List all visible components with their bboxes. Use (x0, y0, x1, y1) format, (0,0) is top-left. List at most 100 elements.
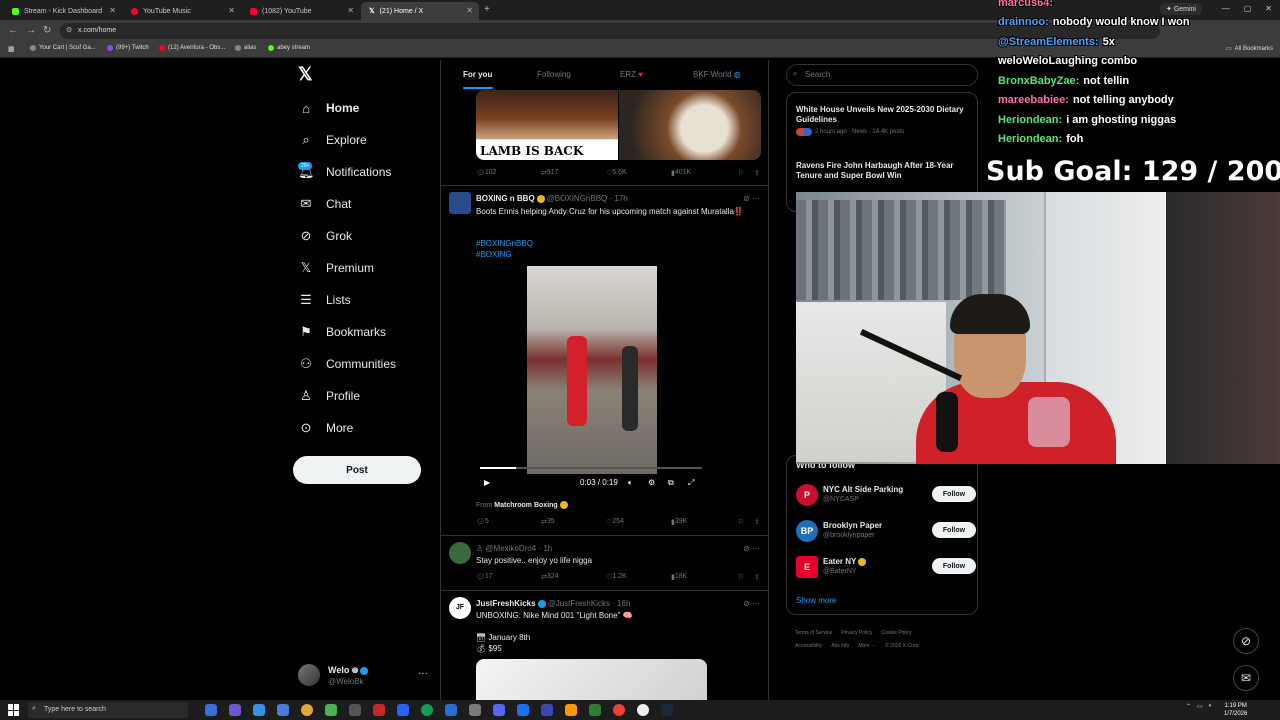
nav-explore[interactable]: ⌕ Explore (298, 128, 366, 152)
bookmark-twitch[interactable]: (99+) Twitch (107, 45, 149, 51)
follow-suggestion[interactable]: E Eater NY @EaterNY Follow (796, 554, 976, 582)
follow-suggestion[interactable]: P NYC Alt Side Parking @NYCASP Follow (796, 482, 976, 510)
app-icon[interactable] (325, 704, 337, 716)
tab-kick-dashboard[interactable]: Stream - Kick Dashboard ✕ (4, 2, 122, 20)
close-icon[interactable]: ✕ (466, 6, 473, 15)
apps-icon[interactable]: ▦ (8, 45, 15, 53)
hashtag-link[interactable]: #BOXINGnBBQ (476, 238, 761, 249)
reload-icon[interactable]: ↻ (43, 25, 51, 36)
tab-x-home[interactable]: 𝕏 (21) Home / X ✕ (361, 2, 479, 20)
bookmark-scuf[interactable]: Your Cart | Scuf Ga... (30, 45, 96, 51)
tab-erz[interactable]: ERZ ♥ (620, 70, 643, 79)
tweet[interactable]: JF JustFreshKicks @JustFreshKicks · 16h ⊘… (441, 591, 768, 700)
views-stat[interactable]: ▮ 18K (671, 573, 687, 581)
more-horizontal-icon[interactable]: ··· (418, 668, 428, 679)
follow-suggestion[interactable]: BP Brooklyn Paper @brooklynpaper Follow (796, 518, 976, 546)
app-icon[interactable] (277, 704, 289, 716)
app-icon[interactable] (445, 704, 457, 716)
volume-icon[interactable]: 🔈︎ (628, 478, 633, 488)
reply-button[interactable]: 💬︎ 102 (476, 169, 497, 177)
news-item[interactable]: Ravens Fire John Harbaugh After 18-Year … (796, 161, 976, 181)
close-icon[interactable]: ✕ (228, 6, 235, 15)
share-icon[interactable]: ⇧ (754, 169, 760, 177)
forward-icon[interactable]: → (26, 25, 36, 36)
settings-icon[interactable]: ⚙ (648, 478, 655, 487)
nav-home[interactable]: ⌂ Home (298, 96, 359, 120)
nav-communities[interactable]: ⚇ Communities (298, 352, 396, 376)
back-icon[interactable]: ← (8, 25, 18, 36)
video-player[interactable]: ▶ 0:03 / 0:19 🔈︎ ⚙ ⧉ ⤢ (476, 266, 707, 496)
app-icon[interactable] (373, 704, 385, 716)
tweet-author[interactable]: JustFreshKicks (476, 599, 536, 608)
chrome-icon[interactable] (613, 704, 625, 716)
steam-icon[interactable] (661, 704, 673, 716)
chrome-icon[interactable] (301, 704, 313, 716)
url-field[interactable]: ⚙ x.com/home (60, 23, 1160, 39)
repost-button[interactable]: ⇄ 917 (541, 169, 559, 177)
taskbar-clock[interactable]: 1:19 PM 1/7/2026 (1224, 702, 1247, 718)
post-image[interactable]: LAMB IS BACK (476, 90, 618, 160)
bookmark-icon[interactable]: ⚐ (738, 518, 744, 526)
tab-for-you[interactable]: For you (463, 70, 492, 79)
video-progress-bar[interactable] (480, 467, 702, 469)
app-icon[interactable] (589, 704, 601, 716)
share-icon[interactable]: ⇧ (754, 573, 760, 581)
tweet[interactable]: BOXING n BBQ @BOXINGnBBQ · 17h ⊘ ··· Boot… (441, 186, 768, 536)
app-icon[interactable] (637, 704, 649, 716)
more-horizontal-icon[interactable]: ⊘ ··· (743, 599, 760, 608)
nav-notifications[interactable]: 🔔︎ Notifications (298, 160, 391, 184)
nav-lists[interactable]: ☰ Lists (298, 288, 351, 312)
show-more-link[interactable]: Show more (796, 596, 836, 605)
task-view-icon[interactable] (205, 704, 217, 716)
bookmark-aventura[interactable]: (12) Aventura - Obs... (159, 45, 225, 51)
app-icon[interactable] (541, 704, 553, 716)
follow-button[interactable]: Follow (932, 522, 976, 538)
site-info-icon[interactable]: ⚙ (66, 26, 72, 34)
news-item[interactable]: White House Unveils New 2025-2030 Dietar… (796, 105, 976, 136)
volume-icon[interactable]: 🔈︎ (1209, 703, 1213, 710)
app-icon[interactable] (229, 704, 241, 716)
fullscreen-icon[interactable]: ⤢ (688, 478, 694, 488)
app-icon[interactable] (565, 704, 577, 716)
tab-youtube[interactable]: (1082) YouTube ✕ (242, 2, 360, 20)
app-icon[interactable] (469, 704, 481, 716)
nav-grok[interactable]: ⊘ Grok (298, 224, 352, 248)
bookmark-icon[interactable]: ⚐ (738, 169, 744, 177)
grok-icon[interactable]: ⊘ (1233, 628, 1259, 654)
tweet[interactable]: ♙ @MexikoDro4 · 1h ⊘ ··· Stay positive..… (441, 536, 768, 591)
follow-button[interactable]: Follow (932, 558, 976, 574)
avatar[interactable] (449, 192, 471, 214)
like-button[interactable]: ♡ 254 (606, 518, 624, 526)
reply-button[interactable]: 💬︎ 5 (476, 518, 489, 526)
like-button[interactable]: ♡ 1.2K (606, 573, 627, 581)
pip-icon[interactable]: ⧉ (668, 478, 674, 488)
avatar[interactable]: JF (449, 597, 471, 619)
nav-more[interactable]: ⊙ More (298, 416, 354, 440)
post-button[interactable]: Post (293, 456, 421, 484)
hashtag-link[interactable]: #BOXING (476, 249, 761, 260)
windows-start-icon[interactable] (8, 704, 20, 716)
bookmark-abey-stream[interactable]: abey stream (268, 45, 310, 51)
post-image[interactable] (619, 90, 761, 160)
new-tab-button[interactable]: + (484, 4, 490, 15)
app-icon[interactable] (517, 704, 529, 716)
tab-bkf-world[interactable]: BKF World ◍ (693, 70, 741, 79)
nav-premium[interactable]: 𝕏 Premium (298, 256, 374, 280)
discord-icon[interactable] (493, 704, 505, 716)
chevron-up-icon[interactable]: ⌃ (1186, 703, 1191, 710)
close-icon[interactable]: ✕ (347, 6, 354, 15)
network-icon[interactable]: ▭ (1197, 703, 1203, 710)
play-icon[interactable]: ▶ (484, 478, 490, 487)
video-source-link[interactable]: Matchroom Boxing (494, 502, 557, 509)
account-switcher[interactable]: Welo 🌐︎ @WeloBk ··· (298, 662, 432, 688)
bookmark-alias[interactable]: alias (235, 45, 256, 51)
tab-following[interactable]: Following (537, 70, 571, 79)
nav-bookmarks[interactable]: ⚑ Bookmarks (298, 320, 386, 344)
x-logo-icon[interactable]: 𝕏 (298, 64, 313, 85)
avatar[interactable] (449, 542, 471, 564)
nav-chat[interactable]: ✉ Chat (298, 192, 352, 216)
nav-profile[interactable]: ♙ Profile (298, 384, 360, 408)
like-button[interactable]: ♡ 5.6K (606, 169, 627, 177)
post-image[interactable] (476, 659, 707, 700)
repost-button[interactable]: ⇄ 35 (541, 518, 555, 526)
